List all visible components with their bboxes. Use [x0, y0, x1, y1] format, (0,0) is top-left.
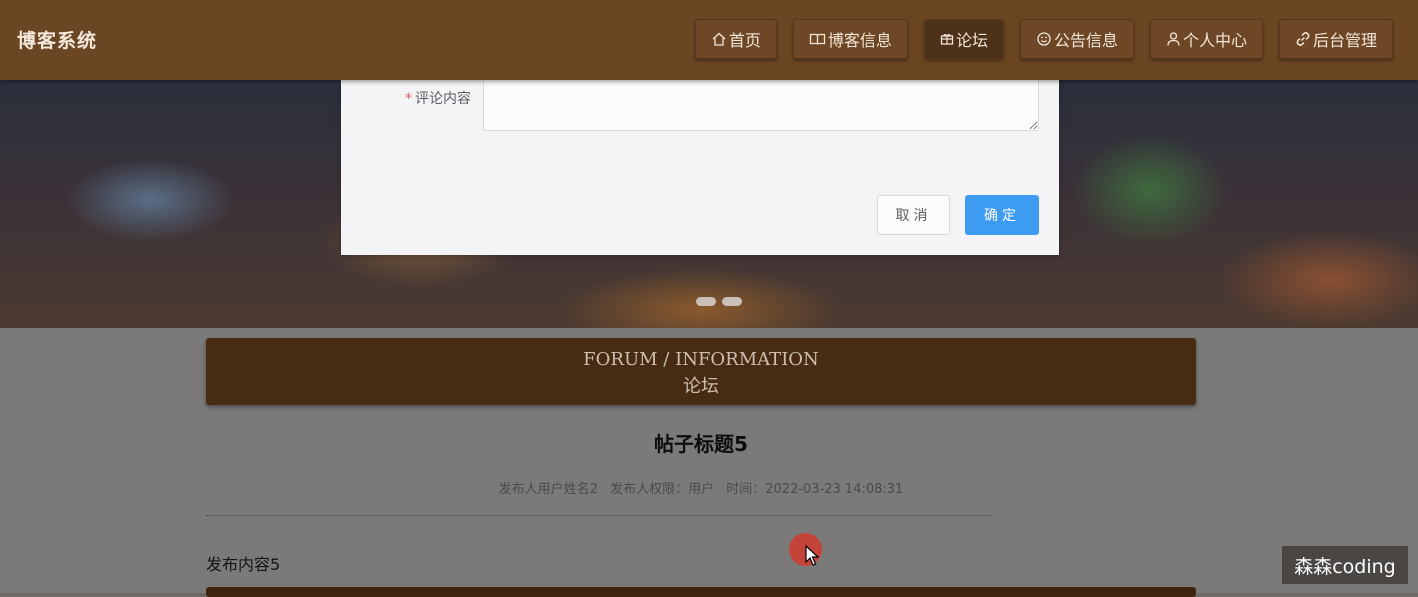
main-nav: 首页 博客信息 论坛 公告信息 个人中心 后台管理 — [694, 19, 1393, 59]
nav-home[interactable]: 首页 — [694, 19, 777, 59]
post-meta: 发布人用户姓名2 发布人权限：用户 时间：2022-03-23 14:08:31 — [206, 478, 1196, 497]
post-time: 时间：2022-03-23 14:08:31 — [726, 482, 904, 497]
section-title-en: FORUM / INFORMATION — [583, 349, 819, 370]
nav-forum-label: 论坛 — [955, 31, 988, 50]
nav-home-label: 首页 — [728, 31, 761, 50]
smile-icon — [1036, 31, 1052, 47]
carousel-dot[interactable] — [722, 297, 742, 306]
forum-detail-content: FORUM / INFORMATION 论坛 帖子标题5 发布人用户姓名2 发布… — [0, 328, 1418, 597]
confirm-button[interactable]: 确定 — [965, 195, 1039, 235]
comment-textarea[interactable] — [483, 78, 1039, 131]
comment-label: * 评论内容 — [405, 88, 471, 108]
nav-forum[interactable]: 论坛 — [923, 19, 1004, 59]
post-author-role: 发布人权限：用户 — [610, 482, 715, 497]
book-icon — [809, 31, 826, 47]
user-icon — [1166, 31, 1181, 47]
home-icon — [711, 31, 727, 47]
divider — [206, 515, 992, 516]
nav-personal-center[interactable]: 个人中心 — [1149, 19, 1263, 59]
comment-label-text: 评论内容 — [415, 91, 471, 107]
top-navbar: 博客系统 首页 博客信息 论坛 公告信息 个人中心 后台管理 — [0, 0, 1418, 80]
section-title-cn: 论坛 — [683, 376, 719, 397]
section-header: FORUM / INFORMATION 论坛 — [206, 338, 1196, 405]
comment-dialog: * 评论内容 取消 确定 — [341, 78, 1059, 255]
cancel-button[interactable]: 取消 — [877, 195, 950, 235]
cursor-icon — [805, 544, 820, 571]
nav-blog-info-label: 博客信息 — [827, 31, 892, 50]
carousel-dot[interactable] — [696, 297, 716, 306]
post-title: 帖子标题5 — [654, 432, 748, 456]
nav-personal-center-label: 个人中心 — [1182, 31, 1247, 50]
comment-section-header — [206, 587, 1196, 597]
post-body: 发布内容5 — [206, 555, 281, 574]
required-mark: * — [405, 91, 412, 107]
nav-blog-info[interactable]: 博客信息 — [792, 19, 908, 59]
link-icon — [1295, 31, 1311, 47]
nav-notice-info-label: 公告信息 — [1053, 31, 1118, 50]
nav-notice-info[interactable]: 公告信息 — [1019, 19, 1134, 59]
forum-icon — [940, 31, 954, 47]
carousel-indicators — [696, 297, 742, 306]
watermark: 森森coding — [1282, 546, 1408, 584]
site-brand[interactable]: 博客系统 — [17, 26, 97, 53]
post-author: 发布人用户姓名2 — [498, 482, 598, 497]
nav-admin[interactable]: 后台管理 — [1278, 19, 1393, 59]
nav-admin-label: 后台管理 — [1312, 31, 1377, 50]
